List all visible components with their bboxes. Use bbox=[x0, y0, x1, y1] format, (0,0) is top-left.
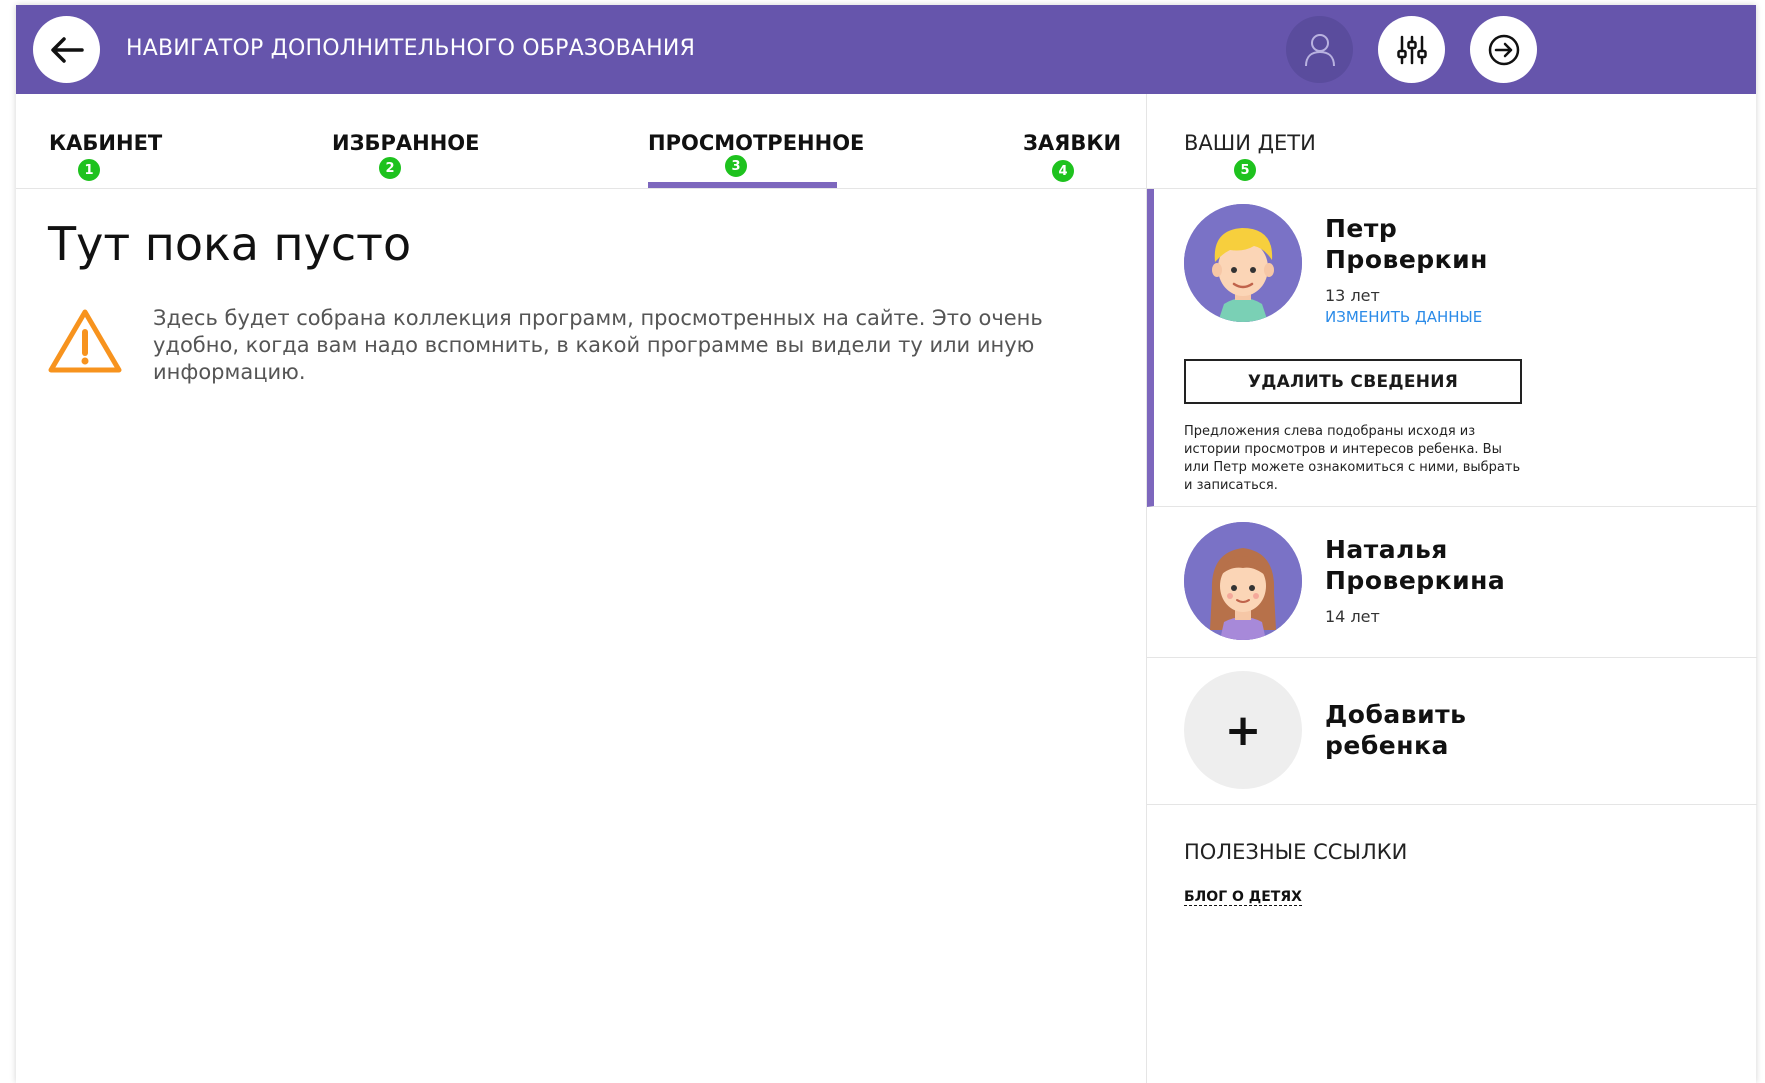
child-avatar-girl bbox=[1184, 522, 1302, 640]
tab-number-badge: 2 bbox=[377, 155, 403, 181]
tab-cabinet[interactable]: КАБИНЕТ bbox=[49, 131, 162, 155]
child-age: 13 лет bbox=[1325, 286, 1380, 305]
plus-icon: + bbox=[1224, 704, 1262, 756]
add-child-label[interactable]: ребенка bbox=[1325, 730, 1449, 761]
kids-number-badge: 5 bbox=[1232, 157, 1258, 183]
tab-label: ПРОСМОТРЕННОЕ bbox=[648, 131, 865, 155]
blog-link[interactable]: БЛОГ О ДЕТЯХ bbox=[1184, 889, 1302, 906]
edit-child-link[interactable]: ИЗМЕНИТЬ ДАННЫЕ bbox=[1325, 308, 1482, 326]
add-child-label[interactable]: Добавить bbox=[1325, 699, 1466, 730]
boy-avatar-icon bbox=[1184, 204, 1302, 322]
child-age: 14 лет bbox=[1325, 607, 1380, 626]
arrow-left-icon bbox=[50, 36, 84, 63]
warning-triangle-icon bbox=[48, 309, 122, 373]
active-tab-indicator bbox=[648, 182, 837, 188]
tab-favorites[interactable]: ИЗБРАННОЕ bbox=[332, 131, 480, 155]
empty-state-description: Здесь будет собрана коллекция программ, … bbox=[153, 306, 1043, 384]
tab-applications[interactable]: ЗАЯВКИ bbox=[1023, 131, 1121, 155]
kids-sidebar: ВАШИ ДЕТИ 5 Петр Проверкин 13 лет ИЗМЕНИ… bbox=[1146, 94, 1757, 1083]
kids-section-title: ВАШИ ДЕТИ bbox=[1184, 131, 1316, 155]
user-icon bbox=[1304, 33, 1335, 66]
child-hint-text: Предложения слева подобраны исходя из ис… bbox=[1184, 424, 1521, 493]
app-frame: НАВИГАТОР ДОПОЛНИТЕЛЬНОГО ОБРАЗОВАНИЯ КА… bbox=[16, 5, 1757, 1083]
tab-number-badge: 1 bbox=[76, 157, 102, 183]
filters-button[interactable] bbox=[1378, 16, 1445, 83]
profile-button[interactable] bbox=[1286, 16, 1353, 83]
child-first-name: Петр bbox=[1325, 214, 1398, 243]
tab-number-badge: 3 bbox=[723, 153, 749, 179]
child-last-name: Проверкин bbox=[1325, 245, 1488, 274]
add-child-button[interactable]: + bbox=[1184, 671, 1302, 789]
girl-avatar-icon bbox=[1184, 522, 1302, 640]
back-button[interactable] bbox=[33, 16, 100, 83]
tab-bar: КАБИНЕТ 1 ИЗБРАННОЕ 2 ПРОСМОТРЕННОЕ 3 ЗА… bbox=[16, 94, 1146, 189]
sliders-icon bbox=[1396, 35, 1427, 64]
child-card-petr[interactable]: Петр Проверкин 13 лет ИЗМЕНИТЬ ДАННЫЕ УД… bbox=[1147, 189, 1757, 507]
delete-child-button[interactable]: УДАЛИТЬ СВЕДЕНИЯ bbox=[1184, 359, 1522, 404]
top-header: НАВИГАТОР ДОПОЛНИТЕЛЬНОГО ОБРАЗОВАНИЯ bbox=[16, 5, 1756, 94]
tab-number-badge: 4 bbox=[1050, 158, 1076, 184]
child-first-name: Наталья bbox=[1325, 535, 1448, 564]
tab-label: ИЗБРАННОЕ bbox=[332, 131, 480, 155]
tab-label: КАБИНЕТ bbox=[49, 131, 163, 155]
child-last-name: Проверкина bbox=[1325, 566, 1506, 595]
logout-arrow-icon bbox=[1488, 34, 1519, 65]
empty-state-title: Тут пока пусто bbox=[48, 217, 412, 271]
child-card-natalya[interactable]: Наталья Проверкина 14 лет bbox=[1147, 507, 1757, 658]
child-avatar-boy bbox=[1184, 204, 1302, 322]
useful-links-title: ПОЛЕЗНЫЕ ССЫЛКИ bbox=[1184, 840, 1408, 864]
add-child-card[interactable]: + Добавить ребенка bbox=[1147, 657, 1757, 805]
tab-label: ЗАЯВКИ bbox=[1023, 131, 1122, 155]
logout-button[interactable] bbox=[1470, 16, 1537, 83]
tab-viewed[interactable]: ПРОСМОТРЕННОЕ bbox=[648, 131, 864, 155]
app-title: НАВИГАТОР ДОПОЛНИТЕЛЬНОГО ОБРАЗОВАНИЯ bbox=[126, 36, 696, 61]
